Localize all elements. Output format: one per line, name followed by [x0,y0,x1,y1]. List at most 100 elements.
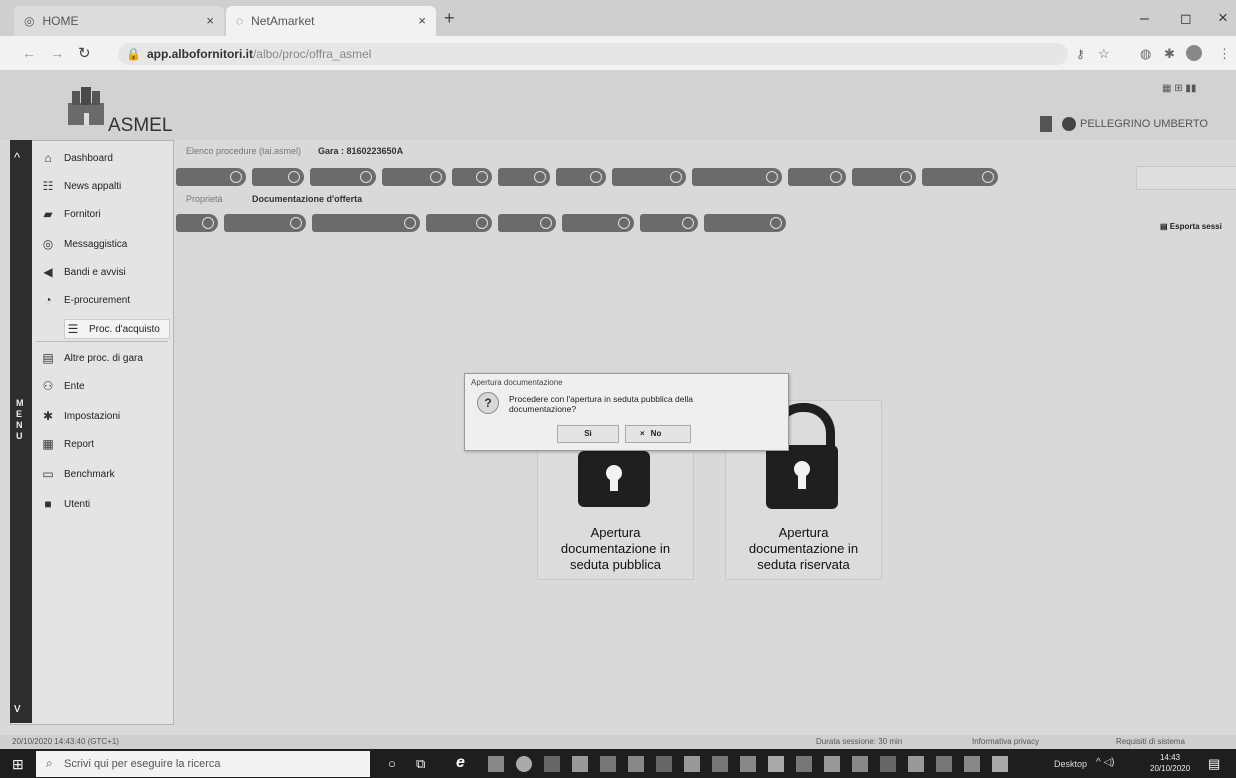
sidebar-item-bandi-e-avvisi[interactable]: ◀ Bandi e avvisi [40,260,125,284]
task-view-icon[interactable]: ⧉ [416,756,425,772]
search-input[interactable] [1136,166,1236,190]
tab-pill[interactable] [452,168,492,186]
desktop-toolbar[interactable]: Desktop [1054,759,1087,769]
app-icon[interactable] [684,756,700,772]
extension-icon[interactable]: ◍ [1140,46,1151,62]
close-window-button[interactable]: × [1218,8,1228,28]
view-toggle-icon[interactable]: ▦ ⊞ ▮▮ [1162,83,1196,94]
close-icon: × [640,429,645,438]
edge-icon[interactable]: e [456,754,465,772]
chevron-up-icon[interactable]: ^ [14,150,20,165]
star-icon[interactable]: ☆ [1098,46,1110,62]
calculator-icon[interactable] [1040,116,1052,132]
breadcrumb-first[interactable]: Elenco procedure (tai.asmel) [186,146,301,156]
app-icon[interactable] [908,756,924,772]
tab-pill[interactable] [612,168,686,186]
sidebar-item-report[interactable]: ▦ Report [40,432,94,456]
profile-avatar[interactable] [1186,45,1202,61]
sub-breadcrumb-first[interactable]: Proprietà [186,194,223,204]
new-tab-button[interactable]: + [444,8,455,29]
maximize-button[interactable]: ◻ [1180,10,1192,27]
requirements-link[interactable]: Requisiti di sistema [1116,737,1185,746]
sidebar-item-fornitori[interactable]: ▰ Fornitori [40,202,100,226]
user-icon: ■ [44,497,52,511]
taskbar-clock[interactable]: 14:43 20/10/2020 [1150,752,1190,774]
sidebar-item-news-appalti[interactable]: ☷ News appalti [40,174,122,198]
browser-menu-icon[interactable]: ⋮ [1218,46,1231,62]
user-name[interactable]: PELLEGRINO UMBERTO [1080,118,1208,130]
back-icon[interactable]: ← [22,45,36,61]
tab-pill[interactable] [788,168,846,186]
chrome-icon[interactable] [516,756,532,772]
app-icon[interactable] [628,756,644,772]
url-field[interactable]: 🔒 app.albofornitori.it/albo/proc/offra_as… [118,43,1068,65]
tab-pill[interactable] [310,168,376,186]
notification-icon[interactable]: ▤ [1208,756,1220,772]
app-icon[interactable] [796,756,812,772]
tab-pill[interactable] [312,214,420,232]
tab-pill[interactable] [252,168,304,186]
sidebar-item-ente[interactable]: ⚇ Ente [40,374,85,398]
sidebar-item-impostazioni[interactable]: ✱ Impostazioni [40,404,120,428]
tab-pill[interactable] [692,168,782,186]
app-icon[interactable] [880,756,896,772]
sidebar-item-utenti[interactable]: ■ Utenti [40,492,90,516]
tab-pill[interactable] [562,214,634,232]
sidebar-item-benchmark[interactable]: ▭ Benchmark [40,462,114,486]
app-icon[interactable] [768,756,784,772]
tab-pill[interactable] [176,168,246,186]
tab-pill[interactable] [382,168,446,186]
sidebar-item-messaggistica[interactable]: ◎ Messaggistica [40,232,128,256]
browser-tab-home[interactable]: ◎ HOME × [14,6,224,36]
sidebar-item-label: Report [64,438,95,450]
tab-pill[interactable] [852,168,916,186]
app-icon[interactable] [740,756,756,772]
puzzle-icon[interactable]: ✱ [1164,46,1175,62]
sidebar-item-e-procurement[interactable]: ◔ E-procurement [40,288,130,312]
close-tab-icon[interactable]: × [418,13,426,28]
file-explorer-icon[interactable] [488,756,504,772]
yes-button[interactable]: Sì [557,425,619,443]
question-icon: ? [477,392,499,414]
minimize-button[interactable]: – [1140,10,1149,28]
key-icon[interactable]: ⚷ [1076,47,1085,61]
taskbar-search[interactable]: ⌕ Scrivi qui per eseguire la ricerca [36,751,370,777]
export-button[interactable]: ▤ Esporta sessi [1160,222,1222,231]
privacy-link[interactable]: Informativa privacy [972,737,1039,746]
app-icon[interactable] [824,756,840,772]
tab-pill[interactable] [498,214,556,232]
sidebar-item-dashboard[interactable]: ⌂ Dashboard [40,146,113,170]
tray-icons[interactable]: ^ ◁) [1096,757,1115,768]
app-icon[interactable] [544,756,560,772]
no-button[interactable]: × No [625,425,691,443]
chevron-down-icon[interactable]: v [14,700,21,715]
browser-tab-netamarket[interactable]: ◌ NetAmarket × [226,6,436,36]
sidebar-vertical-label: MENU [16,398,24,441]
sidebar-item-altre-proc-di-gara[interactable]: ▤ Altre proc. di gara [40,346,143,370]
megaphone-icon: ◀ [43,265,53,279]
app-icon[interactable] [992,756,1008,772]
tab-pill[interactable] [426,214,492,232]
app-icon[interactable] [712,756,728,772]
app-icon[interactable] [852,756,868,772]
app-icon[interactable] [600,756,616,772]
tab-pill[interactable] [556,168,606,186]
export-label: Esporta sessi [1169,222,1222,231]
tab-pill[interactable] [224,214,306,232]
cortana-icon[interactable]: ○ [388,756,396,771]
app-icon[interactable] [572,756,588,772]
tab-pill[interactable] [498,168,550,186]
status-timestamp: 20/10/2020 14:43:40 (GTC+1) [12,737,119,746]
app-icon[interactable] [936,756,952,772]
tab-pill[interactable] [176,214,218,232]
tab-pill[interactable] [704,214,786,232]
app-icon[interactable] [656,756,672,772]
app-icon[interactable] [964,756,980,772]
tab-pill[interactable] [922,168,998,186]
windows-start-icon[interactable]: ⊞ [12,756,24,773]
reload-icon[interactable]: ↻ [78,44,91,62]
close-tab-icon[interactable]: × [206,13,214,28]
tab-pill[interactable] [640,214,698,232]
forward-icon[interactable]: → [50,45,64,61]
sidebar-item-proc-d-acquisto[interactable]: ☰ Proc. d'acquisto [64,319,170,339]
